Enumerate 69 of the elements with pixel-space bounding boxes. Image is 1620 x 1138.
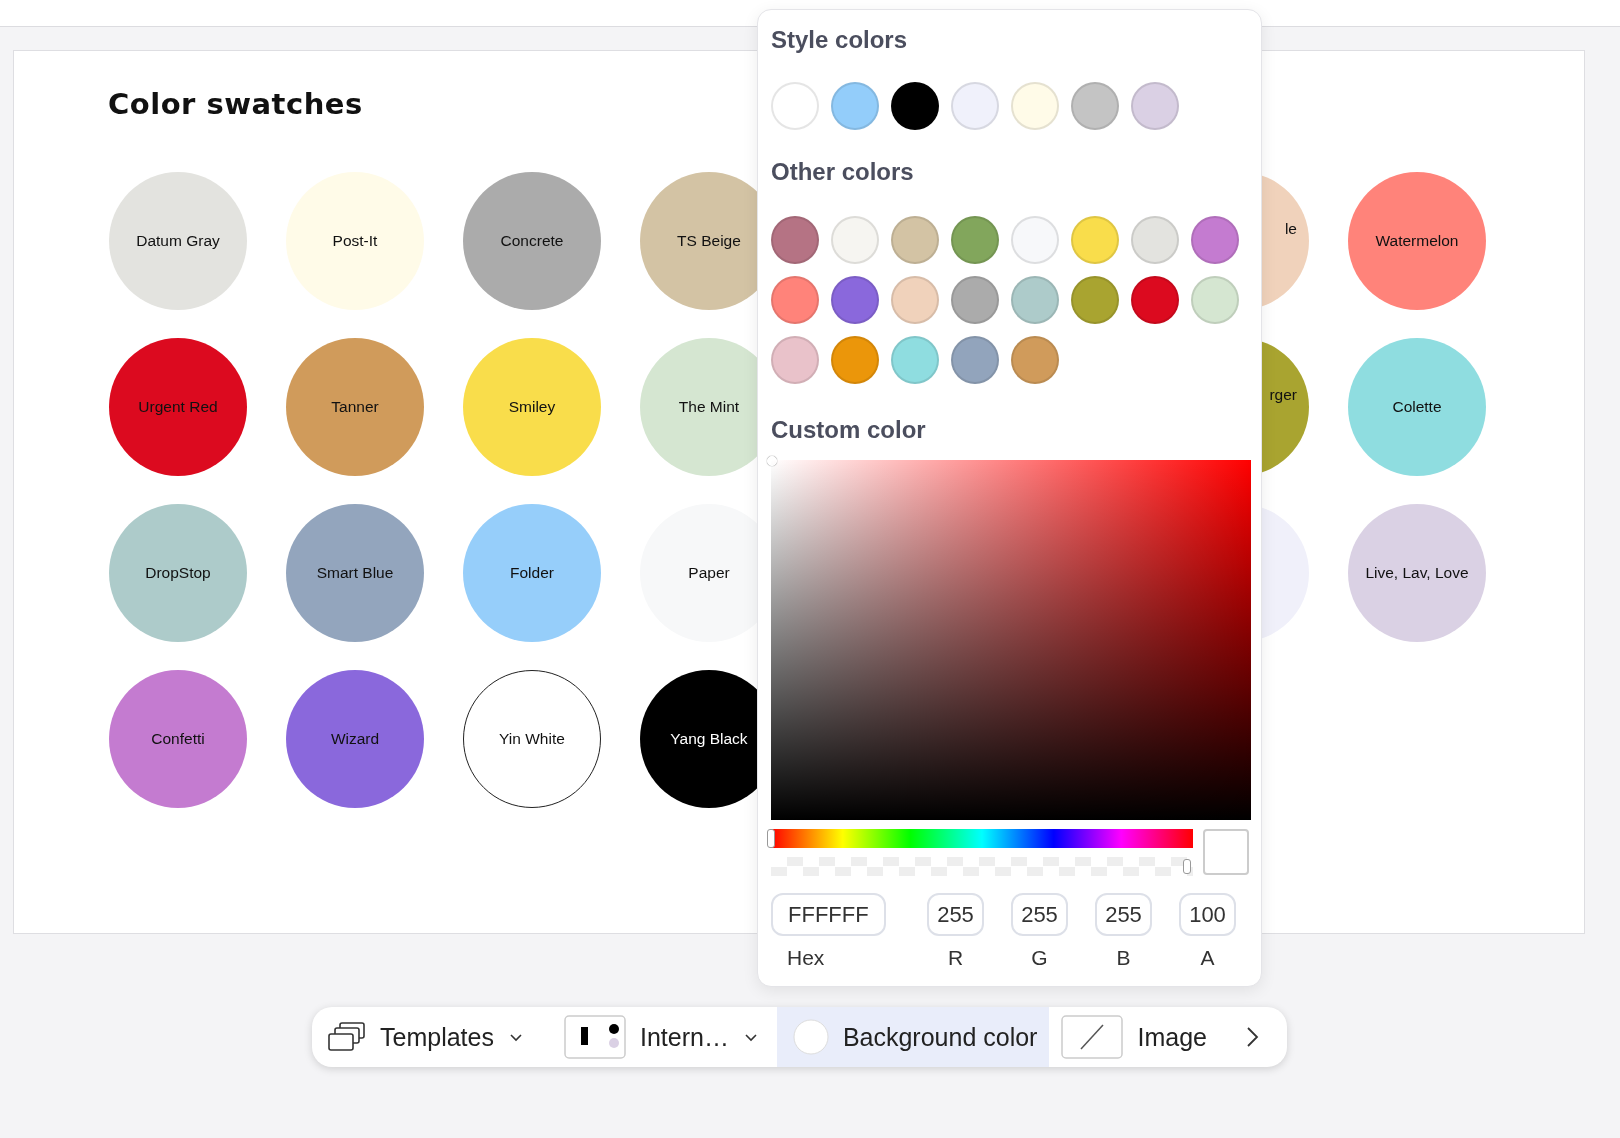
field-label: A [1199,946,1216,970]
color-circle-icon [792,1019,829,1055]
field-label: G [1030,946,1049,970]
color-dot[interactable] [771,276,819,324]
color-dot[interactable] [771,336,819,384]
value-field[interactable]: 255 [1011,893,1068,936]
color-dot[interactable] [891,336,939,384]
color-swatch: Tanner [286,338,424,476]
color-swatch: Confetti [109,670,247,808]
board-title: Color swatches [108,87,363,121]
color-dot[interactable] [1011,276,1059,324]
color-dot[interactable] [1131,276,1179,324]
color-swatch: Post-It [286,172,424,310]
layout-preview-icon [563,1015,626,1059]
alpha-slider[interactable] [771,857,1194,876]
field-label: B [1115,946,1132,970]
color-dot[interactable] [831,216,879,264]
value-field[interactable]: FFFFFF [771,893,886,936]
color-swatch: Urgent Red [109,338,247,476]
color-dot[interactable] [831,276,879,324]
color-swatch: Datum Gray [109,172,247,310]
color-dot[interactable] [1071,216,1119,264]
color-dot[interactable] [951,82,999,130]
section-heading: Style colors [771,26,909,54]
color-dot[interactable] [891,216,939,264]
color-dot[interactable] [891,276,939,324]
toolbar-button[interactable]: Image [1049,1007,1237,1067]
color-dot[interactable] [891,82,939,130]
color-dot[interactable] [771,216,819,264]
toolbar-button[interactable]: Background color [776,1007,1050,1067]
color-swatch: Smart Blue [286,504,424,642]
color-preview [1203,829,1249,875]
color-dot[interactable] [1071,276,1119,324]
field-label: Hex [786,946,826,970]
value-field[interactable]: 255 [927,893,984,936]
color-dot[interactable] [951,216,999,264]
color-swatch: Folder [463,504,601,642]
color-dot[interactable] [1131,216,1179,264]
color-swatch: Wizard [286,670,424,808]
saturation-picker[interactable] [771,460,1251,820]
color-dot[interactable] [1131,82,1179,130]
color-dot[interactable] [771,82,819,130]
chevron-right-icon [1244,1025,1259,1049]
color-dot[interactable] [831,336,879,384]
toolbar-button[interactable]: Intern… [547,1007,777,1067]
slider-thumb[interactable] [1183,859,1192,874]
toolbar-button[interactable]: Templates [312,1007,548,1067]
color-dot[interactable] [1191,276,1239,324]
value-field[interactable]: 255 [1095,893,1152,936]
color-dot[interactable] [1191,216,1239,264]
color-swatch: Yin White [463,670,601,808]
color-dot[interactable] [1011,82,1059,130]
color-dot[interactable] [1011,336,1059,384]
color-dot[interactable] [1071,82,1119,130]
color-swatch: Smiley [463,338,601,476]
slider-thumb[interactable] [767,829,775,848]
color-swatch: Live, Lav, Love [1348,504,1486,642]
color-swatch: Concrete [463,172,601,310]
color-dot[interactable] [951,276,999,324]
templates-icon [328,1022,366,1052]
color-dot[interactable] [1011,216,1059,264]
color-dot[interactable] [831,82,879,130]
color-dot[interactable] [951,336,999,384]
field-label: R [946,946,965,970]
color-swatch: DropStop [109,504,247,642]
color-swatch: Watermelon [1348,172,1486,310]
color-swatch: Colette [1348,338,1486,476]
no-image-icon [1061,1015,1124,1059]
value-field[interactable]: 100 [1179,893,1236,936]
